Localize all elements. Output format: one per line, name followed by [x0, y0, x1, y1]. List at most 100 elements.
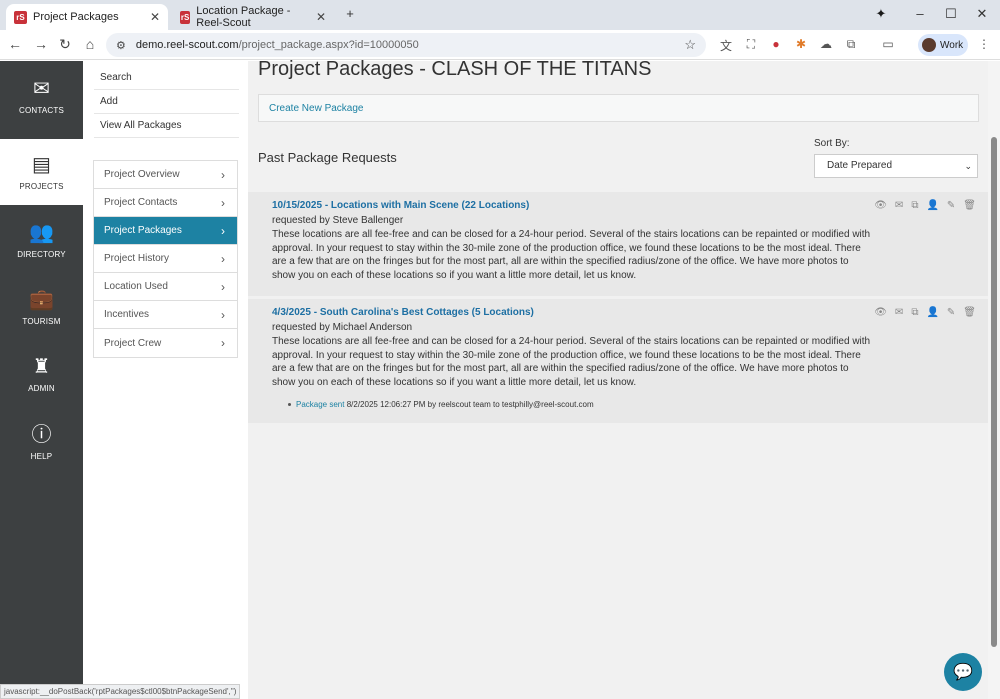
puzzle-icon[interactable]: ⧉ — [843, 37, 859, 53]
package-title-link[interactable]: 10/15/2025 - Locations with Main Scene (… — [272, 200, 529, 211]
package-actions: 👁 ✉ ⧉ 👤 ✎ 🗑 — [874, 307, 976, 318]
address-bar[interactable]: ⚙ demo.reel-scout.com/project_package.as… — [106, 33, 706, 57]
package-sent-link[interactable]: Package sent — [296, 400, 344, 409]
menu-label: Incentives — [104, 309, 150, 320]
chat-bubble-icon[interactable]: 💬 — [944, 653, 982, 691]
extension-color-icon[interactable]: ✱ — [793, 37, 809, 53]
browser-toolbar: ← → ↻ ⌂ ⚙ demo.reel-scout.com/project_pa… — [0, 30, 1000, 60]
package-description: These locations are all fee-free and can… — [272, 229, 871, 282]
email-icon[interactable]: ✉ — [895, 200, 903, 211]
person-icon[interactable]: 👤 — [926, 200, 938, 211]
copy-icon[interactable]: ⧉ — [911, 307, 918, 318]
chevron-down-icon: ⌄ — [964, 161, 972, 171]
nav-label: TOURISM — [22, 316, 61, 326]
bullet-icon — [288, 403, 291, 407]
nav-admin[interactable]: ♜ ADMIN — [0, 341, 83, 407]
subnav-search[interactable]: Search — [94, 66, 239, 90]
reload-icon[interactable]: ↻ — [56, 36, 74, 53]
reelscout-favicon: rS — [14, 10, 27, 24]
edit-icon[interactable]: ✎ — [947, 307, 955, 318]
package-card: 10/15/2025 - Locations with Main Scene (… — [248, 192, 988, 296]
minimize-icon[interactable]: – — [910, 6, 930, 21]
nav-label: CONTACTS — [18, 105, 64, 115]
copy-icon[interactable]: ⧉ — [911, 200, 918, 211]
forward-icon[interactable]: → — [32, 36, 50, 52]
trash-icon[interactable]: 🗑 — [963, 307, 976, 318]
menu-project-crew[interactable]: Project Crew › — [94, 329, 237, 357]
close-tab-icon[interactable]: ✕ — [316, 10, 326, 24]
sparkle-icon[interactable]: ✦ — [871, 6, 891, 22]
person-icon[interactable]: 👤 — [926, 307, 938, 318]
home-icon[interactable]: ⌂ — [81, 36, 99, 52]
edit-icon[interactable]: ✎ — [947, 200, 955, 211]
email-icon[interactable]: ✉ — [895, 307, 903, 318]
menu-project-packages[interactable]: Project Packages › — [94, 217, 237, 245]
menu-label: Project Contacts — [104, 197, 178, 208]
subnav-add[interactable]: Add — [94, 90, 239, 114]
window-close-icon[interactable]: ✕ — [972, 6, 992, 22]
trash-icon[interactable]: 🗑 — [963, 200, 976, 211]
menu-location-used[interactable]: Location Used › — [94, 273, 237, 301]
browser-tab[interactable]: rS Location Package - Reel-Scout ✕ — [172, 4, 334, 30]
reading-list-icon[interactable]: ▭ — [880, 37, 896, 53]
sort-selected-value: Date Prepared — [827, 160, 893, 171]
package-card: 4/3/2025 - South Carolina's Best Cottage… — [248, 299, 988, 423]
subnav-view-all-packages[interactable]: View All Packages — [94, 114, 239, 138]
envelope-icon: ✉ — [33, 77, 50, 100]
scrollbar[interactable] — [988, 61, 1000, 699]
create-package-panel: Create New Package — [258, 94, 979, 122]
browser-tabstrip: rS Project Packages ✕ rS Location Packag… — [0, 0, 1000, 30]
menu-label: Project Packages — [104, 225, 182, 236]
nav-tourism[interactable]: 💼 TOURISM — [0, 274, 83, 340]
new-tab-icon[interactable]: + — [340, 6, 360, 21]
reelscout-favicon: rS — [180, 10, 191, 24]
tab-title: Project Packages — [33, 11, 119, 23]
main-content: Project Packages - CLASH OF THE TITANS C… — [248, 58, 988, 699]
create-new-package-link[interactable]: Create New Package — [269, 103, 364, 114]
sort-by-label: Sort By: — [814, 138, 850, 149]
translate-icon[interactable]: 文 — [718, 37, 734, 53]
package-description: These locations are all fee-free and can… — [272, 336, 871, 389]
package-sent-log: Package sent 8/2/2025 12:06:27 PM by ree… — [288, 400, 594, 409]
menu-project-overview[interactable]: Project Overview › — [94, 161, 237, 189]
avatar — [922, 38, 936, 52]
view-icon[interactable]: 👁 — [874, 307, 887, 318]
chevron-right-icon: › — [221, 251, 225, 266]
cloud-icon[interactable]: ☁ — [818, 37, 834, 53]
menu-label: Project Overview — [104, 169, 180, 180]
package-requester: requested by Michael Anderson — [272, 322, 413, 333]
extension-red-icon[interactable]: ● — [768, 37, 784, 53]
nav-label: PROJECTS — [19, 181, 64, 191]
info-icon: ⓘ — [31, 423, 52, 446]
menu-incentives[interactable]: Incentives › — [94, 301, 237, 329]
chevron-right-icon: › — [221, 307, 225, 322]
sort-by-select[interactable]: Date Prepared ⌄ — [814, 154, 978, 178]
nav-directory[interactable]: 👥 DIRECTORY — [0, 207, 83, 273]
menu-label: Project History — [104, 253, 170, 264]
browser-tab-active[interactable]: rS Project Packages ✕ — [6, 4, 168, 30]
bookmark-star-icon[interactable]: ☆ — [684, 37, 696, 53]
menu-project-history[interactable]: Project History › — [94, 245, 237, 273]
package-title-link[interactable]: 4/3/2025 - South Carolina's Best Cottage… — [272, 307, 534, 318]
nav-label: HELP — [30, 451, 53, 461]
nav-help[interactable]: ⓘ HELP — [0, 409, 83, 475]
back-icon[interactable]: ← — [6, 36, 24, 52]
chevron-right-icon: › — [221, 223, 225, 238]
profile-button[interactable]: Work — [918, 34, 968, 56]
site-info-icon[interactable]: ⚙ — [116, 39, 126, 52]
package-actions: 👁 ✉ ⧉ 👤 ✎ 🗑 — [874, 200, 976, 211]
scrollbar-thumb[interactable] — [991, 137, 997, 647]
close-tab-icon[interactable]: ✕ — [150, 10, 160, 24]
kebab-menu-icon[interactable]: ⋮ — [976, 37, 992, 53]
menu-project-contacts[interactable]: Project Contacts › — [94, 189, 237, 217]
view-icon[interactable]: 👁 — [874, 200, 887, 211]
maximize-icon[interactable]: ☐ — [941, 6, 961, 22]
screenshot-icon[interactable]: ⛶ — [743, 37, 759, 53]
status-bar: javascript:__doPostBack('rptPackages$ctl… — [0, 684, 240, 699]
menu-label: Project Crew — [104, 337, 162, 349]
nav-projects[interactable]: ▤ PROJECTS — [0, 139, 83, 205]
archive-box-icon: ▤ — [32, 153, 51, 176]
project-subnav: Search Add View All Packages — [94, 66, 239, 138]
package-requester: requested by Steve Ballenger — [272, 215, 404, 226]
nav-contacts[interactable]: ✉ CONTACTS — [0, 63, 83, 129]
